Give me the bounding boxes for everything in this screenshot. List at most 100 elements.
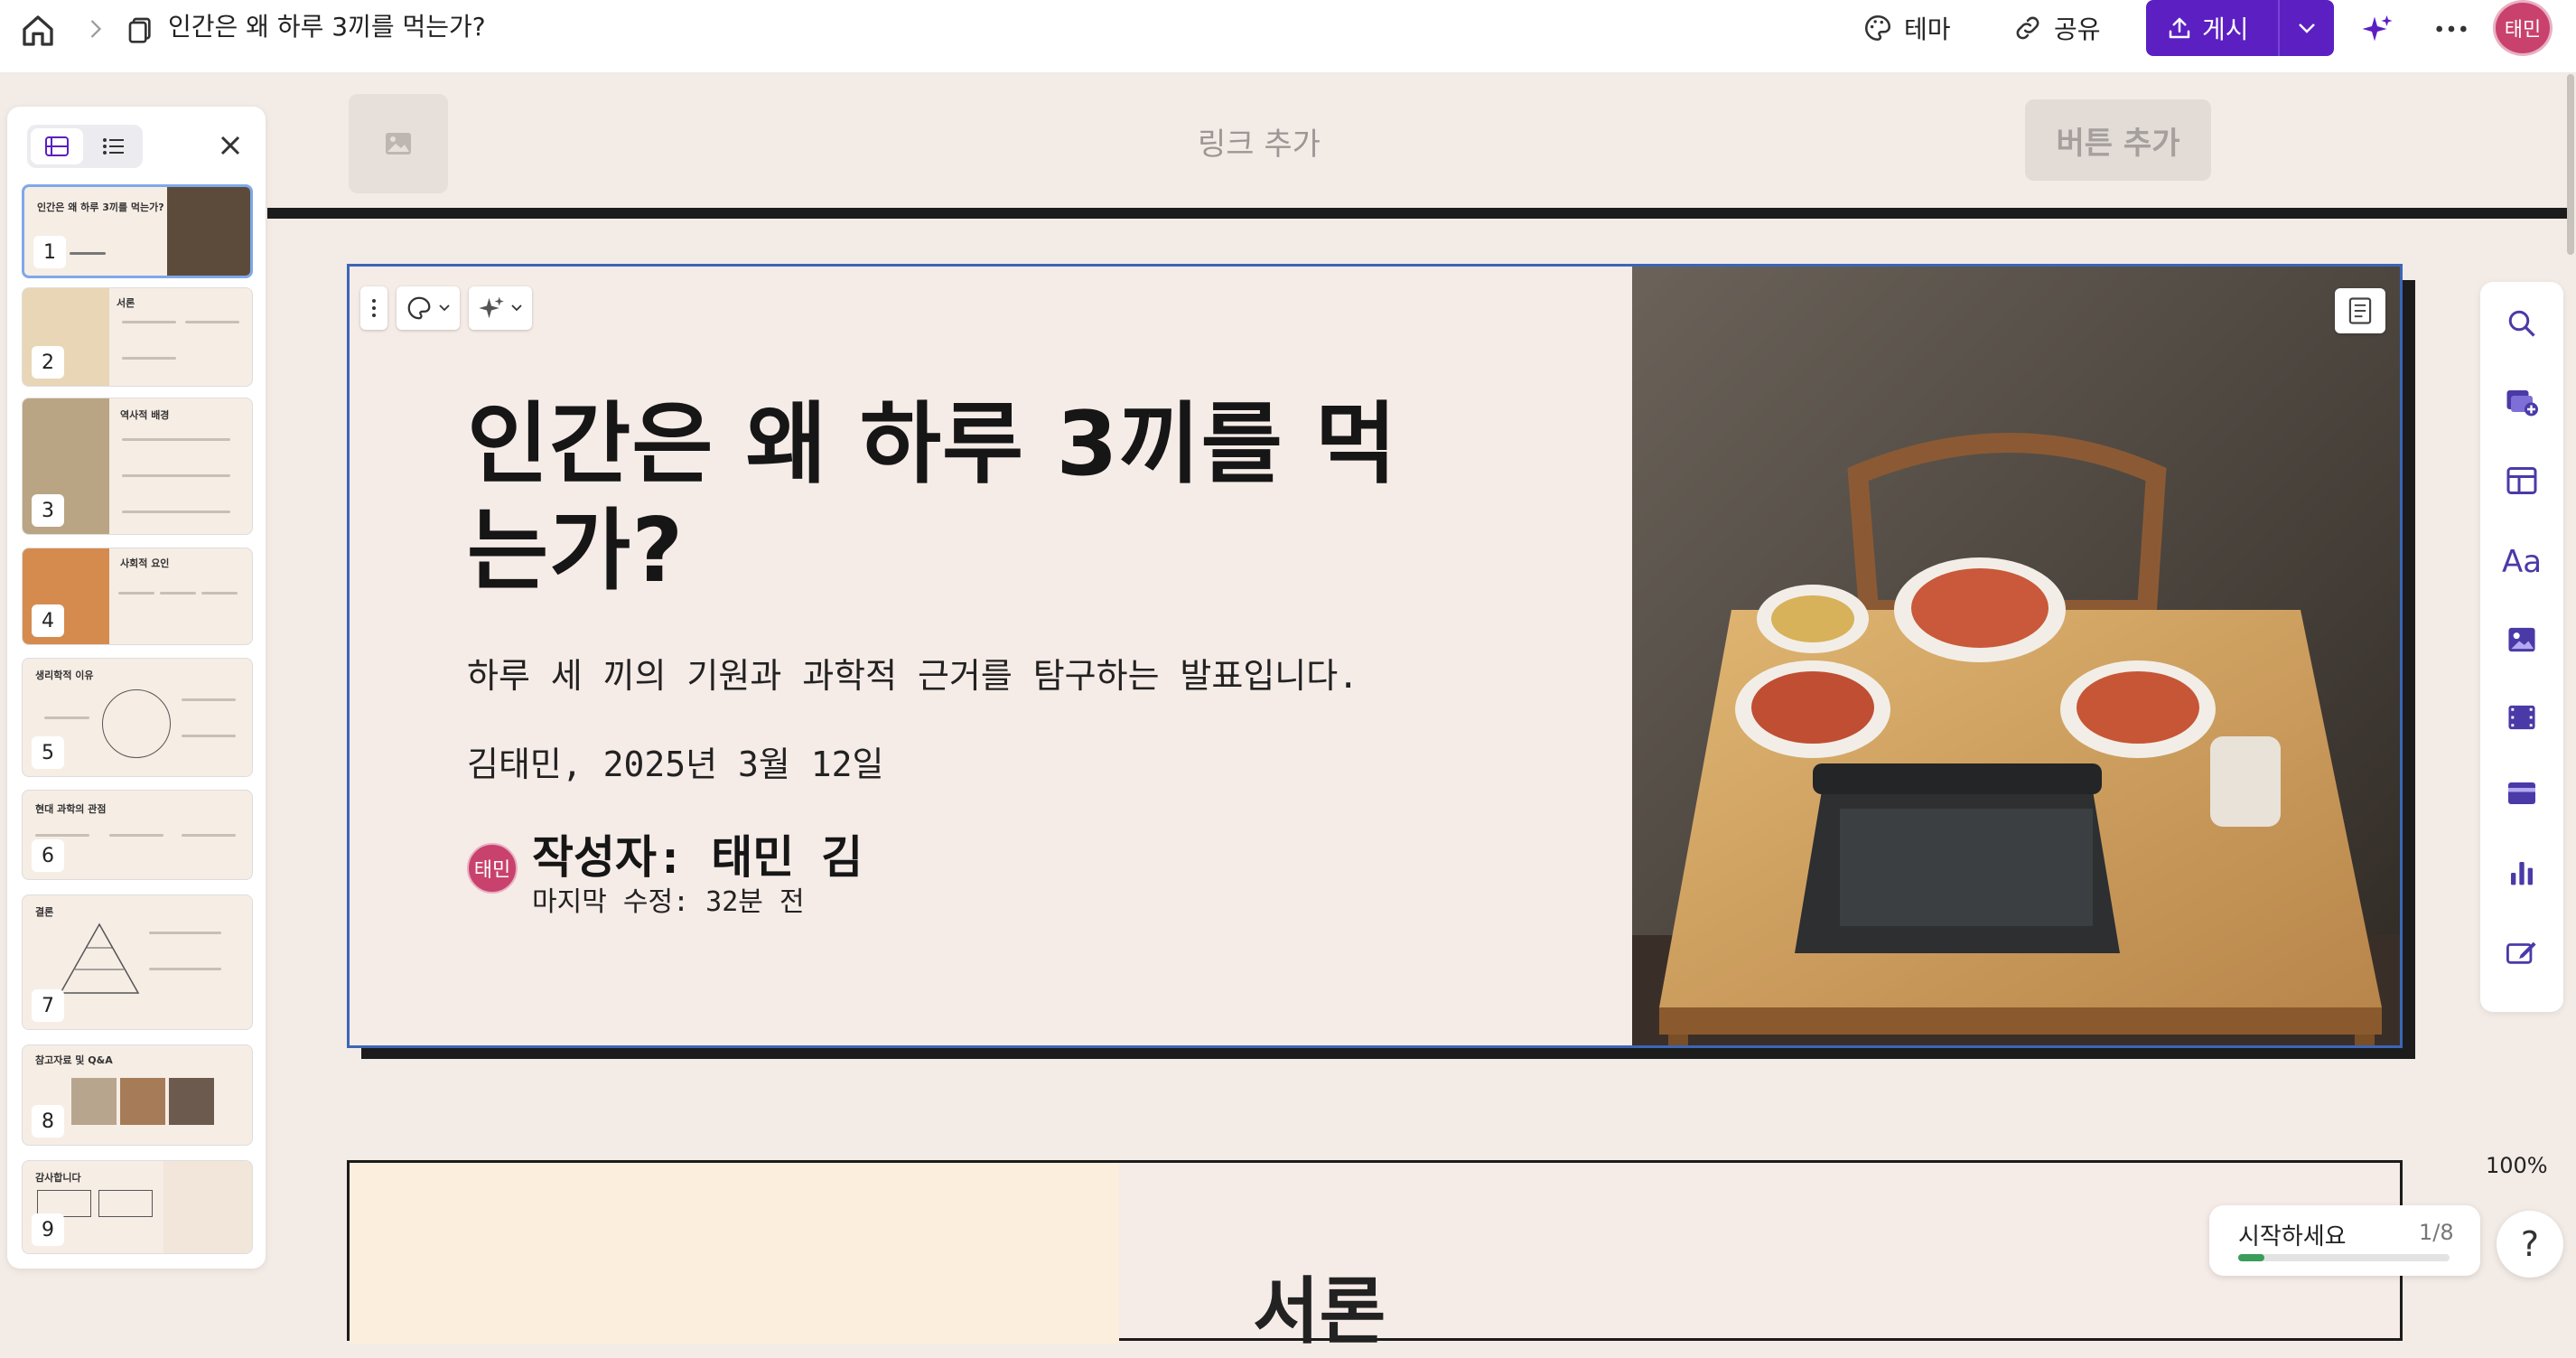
thumb-number: 5 [32, 736, 64, 769]
ai-sparkle-icon [479, 296, 504, 319]
slide-card[interactable]: 인간은 왜 하루 3끼를 먹는가? 하루 세 끼의 기원과 과학적 근거를 탐구… [347, 264, 2403, 1048]
edit-button[interactable] [2500, 931, 2543, 974]
slide-thumbnail-7[interactable]: 결론 7 [22, 894, 253, 1030]
slide-toolbar [360, 286, 532, 330]
thumb-number: 3 [32, 494, 64, 527]
publish-button[interactable]: 게시 [2146, 0, 2280, 56]
slide-thumbnail-6[interactable]: 현대 과학의 관점 6 [22, 790, 253, 880]
thumb-image [169, 1078, 214, 1125]
get-started-label: 시작하세요 [2238, 1223, 2347, 1250]
thumb-line [109, 834, 163, 837]
card-style-button[interactable] [397, 286, 460, 330]
help-button[interactable]: ? [2497, 1211, 2563, 1278]
document-icon [128, 17, 151, 43]
thumb-pyramid [59, 923, 140, 994]
user-avatar[interactable]: 태민 [2493, 0, 2553, 56]
close-icon[interactable] [217, 132, 244, 159]
card-menu-button[interactable] [360, 286, 387, 330]
slide-card-2[interactable]: 서론 [347, 1160, 2403, 1353]
thumb-diagram [102, 689, 171, 758]
video-icon [2508, 705, 2535, 730]
thumb-line [160, 592, 196, 595]
home-icon[interactable] [20, 13, 56, 49]
slide-image[interactable] [1632, 267, 2400, 1045]
thumb-number: 2 [32, 346, 64, 379]
thumb-number: 7 [32, 989, 64, 1022]
chevron-right-icon [90, 20, 102, 38]
author-name: 작성자: 태민 김 [532, 831, 863, 884]
thumb-line [182, 698, 236, 701]
chevron-down-icon [439, 304, 450, 312]
thumb-line [44, 716, 89, 719]
palette-icon [407, 296, 431, 320]
card-icon [2508, 782, 2535, 804]
thumb-image [120, 1078, 165, 1125]
thumb-line [122, 321, 176, 323]
scrollbar[interactable] [2567, 74, 2574, 255]
slide-date-line[interactable]: 김태민, 2025년 3월 12일 [467, 736, 883, 786]
thumb-title: 현대 과학의 관점 [35, 803, 107, 815]
notes-icon [2348, 297, 2372, 324]
grid-view-button[interactable] [31, 128, 83, 164]
slide-2-image [350, 1163, 1119, 1344]
logo-placeholder[interactable] [349, 94, 448, 193]
chart-button[interactable] [2500, 851, 2543, 894]
more-options-icon[interactable] [2433, 16, 2469, 42]
thumb-line [118, 592, 154, 595]
view-mode-toggle [27, 125, 143, 168]
link-icon [2016, 16, 2039, 40]
thumb-box [98, 1190, 153, 1217]
slide-2-title[interactable]: 서론 [1253, 1253, 1386, 1358]
zoom-level[interactable]: 100% [2486, 1153, 2548, 1178]
speaker-notes-button[interactable] [2335, 288, 2385, 333]
image-button[interactable] [2500, 618, 2543, 661]
slide-subtitle[interactable]: 하루 세 끼의 기원과 과학적 근거를 탐구하는 발표입니다. [467, 648, 1358, 698]
get-started-widget[interactable]: 시작하세요 1/8 [2209, 1205, 2480, 1276]
text-style-icon[interactable]: Aa [2500, 540, 2543, 584]
publish-button-group: 게시 [2146, 0, 2334, 56]
slide-thumbnail-3[interactable]: 역사적 배경 3 [22, 398, 253, 535]
thumb-image [167, 187, 250, 276]
thumb-line [122, 510, 230, 513]
palette-icon [1864, 14, 1891, 42]
search-button[interactable] [2500, 302, 2543, 345]
share-button[interactable]: 공유 [2012, 9, 2101, 47]
add-button-button[interactable]: 버튼 추가 [2025, 99, 2211, 181]
header-divider [267, 208, 2569, 219]
add-card-icon [2506, 390, 2538, 417]
slide-thumbnail-5[interactable]: 생리학적 이유 5 [22, 658, 253, 777]
slide-thumbnail-9[interactable]: 감사합니다 9 [22, 1160, 253, 1254]
list-icon [103, 138, 124, 155]
theme-button[interactable]: 테마 [1862, 9, 1951, 47]
slide-thumbnail-8[interactable]: 참고자료 및 Q&A 8 [22, 1044, 253, 1146]
vertical-dots-icon [372, 299, 376, 317]
publish-dropdown[interactable] [2278, 0, 2334, 56]
thumb-line [149, 968, 221, 970]
theme-label: 테마 [1904, 14, 1951, 44]
grid-icon [45, 136, 69, 156]
list-view-button[interactable] [89, 128, 139, 164]
slide-thumbnail-2[interactable]: 서론 2 [22, 287, 253, 387]
card-ai-button[interactable] [469, 286, 532, 330]
get-started-progress [2238, 1254, 2450, 1261]
add-link-button[interactable]: 링크 추가 [1198, 119, 1321, 164]
document-title[interactable]: 인간은 왜 하루 3끼를 먹는가? [168, 9, 486, 45]
thumb-title: 역사적 배경 [120, 409, 170, 421]
thumb-line [35, 834, 89, 837]
chevron-down-icon [511, 304, 522, 312]
video-button[interactable] [2500, 696, 2543, 739]
ai-sparkle-icon[interactable] [2361, 13, 2394, 45]
card-button[interactable] [2500, 772, 2543, 815]
layout-button[interactable] [2500, 459, 2543, 502]
thumb-title: 결론 [35, 906, 54, 918]
thumb-line [182, 735, 236, 737]
thumb-title: 감사합니다 [35, 1172, 81, 1184]
image-icon [386, 133, 411, 155]
thumb-line [122, 474, 230, 477]
add-card-button[interactable] [2500, 379, 2543, 423]
thumb-number: 8 [32, 1105, 64, 1138]
thumb-title: 인간은 왜 하루 3끼를 먹는가? [37, 201, 164, 213]
slide-thumbnail-4[interactable]: 사회적 요인 4 [22, 548, 253, 645]
slide-title[interactable]: 인간은 왜 하루 3끼를 먹는가? [467, 391, 1461, 604]
slide-thumbnail-1[interactable]: 인간은 왜 하루 3끼를 먹는가? 1 [22, 184, 253, 278]
